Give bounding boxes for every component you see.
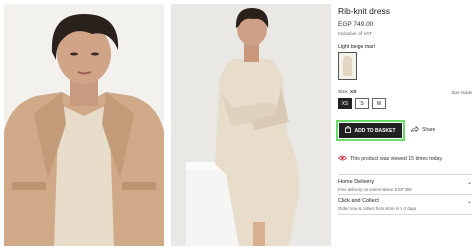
size-label-text: Size: [338, 90, 349, 95]
product-details-panel: Rib-knit dress EGP 749.00 Inclusive of V… [336, 0, 475, 249]
size-label: Size: XS [338, 90, 356, 95]
size-option-xs[interactable]: XS [338, 98, 352, 109]
product-image-full[interactable] [171, 4, 331, 246]
click-collect-subtitle: Order now & collect from store in 1-3 da… [338, 206, 417, 211]
size-guide-link[interactable]: Size Guide [452, 90, 472, 95]
selected-size: XS [350, 90, 357, 95]
eye-icon [337, 155, 348, 163]
home-delivery-title[interactable]: Home Delivery [338, 179, 374, 185]
divider [338, 194, 472, 195]
product-title: Rib-knit dress [338, 6, 390, 16]
product-price: EGP 749.00 [338, 21, 374, 28]
click-collect-title[interactable]: Click and Collect [338, 198, 379, 204]
divider [338, 214, 472, 215]
add-to-basket-label: ADD TO BASKET [354, 127, 396, 134]
share-label: Share [422, 127, 436, 133]
viewed-text: This product was viewed 15 times today. [350, 156, 444, 162]
add-to-basket-button[interactable]: ADD TO BASKET [336, 120, 405, 141]
color-name: Light beige marl [338, 44, 375, 50]
size-option-s[interactable]: S [355, 98, 369, 109]
divider [338, 174, 472, 175]
color-swatch[interactable] [338, 52, 357, 80]
share-icon [411, 125, 419, 134]
chevron-down-icon[interactable]: ⌄ [467, 198, 472, 205]
size-option-m[interactable]: M [372, 98, 386, 109]
bag-icon [345, 126, 352, 135]
product-image-closeup[interactable] [4, 4, 164, 246]
vat-note: Inclusive of VAT [338, 32, 372, 37]
swatch-image [343, 56, 352, 76]
chevron-down-icon[interactable]: ⌄ [467, 179, 472, 186]
home-delivery-subtitle: Free delivery on orders above EGP 399 [338, 187, 412, 192]
viewed-notice: This product was viewed 15 times today. [337, 155, 444, 163]
size-options: XS S M [338, 98, 386, 109]
share-button[interactable]: Share [411, 125, 436, 134]
